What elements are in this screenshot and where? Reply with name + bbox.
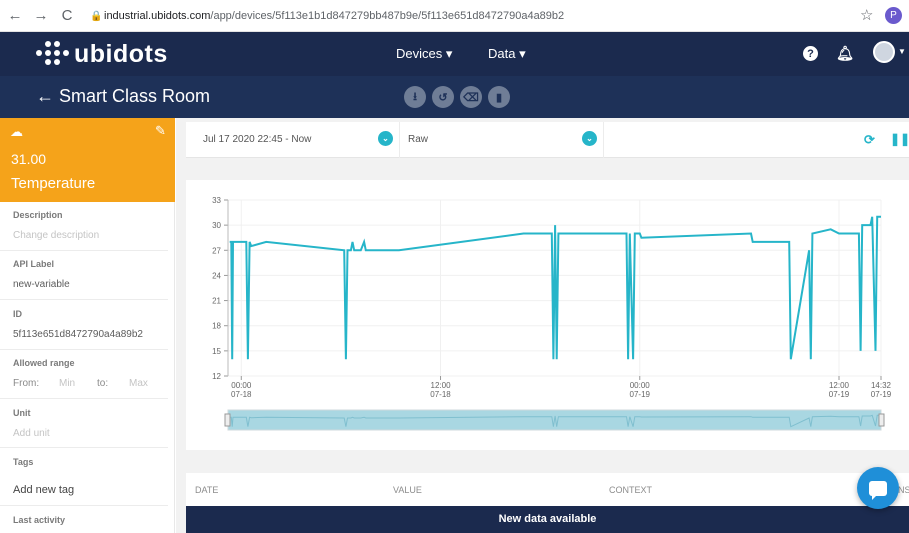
range-min-input[interactable]: Min xyxy=(59,378,97,389)
url-path: /app/devices/5f113e1b1d847279bb487b9e/5f… xyxy=(210,10,565,22)
x-tick-label: 07-19 xyxy=(630,390,651,399)
download-icon[interactable]: ⭳ xyxy=(404,86,426,108)
data-menu[interactable]: Data ▾ xyxy=(488,46,526,62)
page-title[interactable]: ← Smart Class Room xyxy=(36,86,210,107)
y-tick-label: 12 xyxy=(212,372,221,381)
api-label-input[interactable]: new-variable xyxy=(13,279,70,290)
description-label: Description xyxy=(13,210,63,220)
chevron-down-icon[interactable]: ▼ xyxy=(898,47,906,56)
unit-label: Unit xyxy=(13,408,31,418)
chevron-down-icon[interactable]: ⌄ xyxy=(378,131,393,146)
chart-card: 12 15 18 21 24 27 30 33 00:00 07-18 12:00 07-18 00:0… xyxy=(186,180,909,450)
last-activity-label: Last activity xyxy=(13,515,66,525)
navigator-handle-left xyxy=(224,413,231,427)
description-field: Description Change description xyxy=(0,202,168,251)
chevron-down-icon[interactable]: ⌄ xyxy=(582,131,597,146)
back-arrow-icon[interactable]: ← xyxy=(4,5,26,27)
variable-value: 31.00 xyxy=(11,151,47,167)
allowed-range-field: Allowed range From: Min to: Max xyxy=(0,350,168,399)
unit-field: Unit Add unit xyxy=(0,399,168,448)
last-activity-field: Last activity xyxy=(0,506,168,533)
main-content: Jul 17 2020 22:45 - Now ⌄ Raw ⌄ ⟳ ❚❚ 12 1… xyxy=(176,118,909,533)
x-tick-label: 07-18 xyxy=(231,390,252,399)
device-header: ← Smart Class Room ⭳ ↺ ⌫ ▮ xyxy=(0,76,909,118)
x-tick-label: 00:00 xyxy=(630,381,651,390)
x-tick-label: 07-18 xyxy=(430,390,451,399)
address-bar[interactable]: 🔒 industrial.ubidots.com /app/devices/5f… xyxy=(90,5,860,27)
forward-arrow-icon[interactable]: → xyxy=(30,5,52,27)
url-host: industrial.ubidots.com xyxy=(104,10,211,22)
values-table: DATE VALUE CONTEXT NS New data available xyxy=(186,473,909,533)
y-tick-label: 18 xyxy=(212,322,221,331)
lock-icon: 🔒 xyxy=(90,10,103,22)
y-tick-label: 30 xyxy=(212,221,221,230)
range-to-label: to: xyxy=(97,378,109,389)
x-tick-label: 07-19 xyxy=(871,390,892,399)
undo-icon[interactable]: ↺ xyxy=(432,86,454,108)
reload-icon[interactable]: C xyxy=(56,5,78,27)
tags-label: Tags xyxy=(13,457,34,467)
temperature-chart: 121518212427303300:0007-1812:0007-1800:0… xyxy=(212,196,892,431)
x-tick-label: 07-19 xyxy=(829,390,850,399)
column-header-date: DATE xyxy=(195,485,219,495)
aggregation-select[interactable]: Raw xyxy=(408,134,428,145)
id-value: 5f113e651d8472790a4a89b2 xyxy=(13,329,143,340)
help-icon[interactable]: ? xyxy=(803,46,818,61)
bell-icon[interactable]: 🔔︎ xyxy=(836,44,854,62)
devices-menu[interactable]: Devices ▾ xyxy=(396,46,452,62)
y-tick-label: 24 xyxy=(212,271,221,280)
pause-icon[interactable]: ❚❚ xyxy=(890,132,909,146)
browser-profile-avatar[interactable]: P xyxy=(885,7,902,24)
unit-input[interactable]: Add unit xyxy=(13,428,50,439)
tags-field: Tags Add new tag xyxy=(0,448,168,506)
navigator-handle-right xyxy=(878,413,885,427)
add-tag-input[interactable]: Add new tag xyxy=(13,484,74,496)
id-label: ID xyxy=(13,309,22,319)
variable-sidebar: ☁ ✎ 31.00 Temperature Description Change… xyxy=(0,118,175,533)
brand-name: ubidots xyxy=(74,40,168,68)
api-label-field: API Label new-variable xyxy=(0,251,168,300)
y-tick-label: 33 xyxy=(212,196,221,205)
range-max-input[interactable]: Max xyxy=(129,378,159,389)
chat-button[interactable] xyxy=(857,467,899,509)
id-field: ID 5f113e651d8472790a4a89b2 xyxy=(0,300,168,350)
erase-icon[interactable]: ⌫ xyxy=(460,86,482,108)
y-tick-label: 21 xyxy=(212,297,221,306)
ubidots-logo[interactable]: ubidots xyxy=(36,40,168,69)
range-from-label: From: xyxy=(13,378,40,389)
range-label: Allowed range xyxy=(13,358,75,368)
x-tick-label: 12:00 xyxy=(431,381,452,390)
api-label-label: API Label xyxy=(13,259,55,269)
trash-icon[interactable]: ▮ xyxy=(488,86,510,108)
divider xyxy=(399,122,400,158)
bookmark-star-icon[interactable]: ☆ xyxy=(860,6,873,24)
logo-dots-icon xyxy=(36,40,70,69)
top-navigation: ubidots Devices ▾ Data ▾ ? 🔔︎ ▼ xyxy=(0,32,909,76)
y-tick-label: 27 xyxy=(212,246,221,255)
variable-name[interactable]: Temperature xyxy=(11,175,95,192)
column-header-value: VALUE xyxy=(393,485,422,495)
user-avatar[interactable] xyxy=(873,41,895,63)
filter-bar: Jul 17 2020 22:45 - Now ⌄ Raw ⌄ ⟳ ❚❚ xyxy=(186,122,909,158)
new-data-banner[interactable]: New data available xyxy=(186,506,909,533)
y-tick-label: 15 xyxy=(212,347,221,356)
x-tick-label: 00:00 xyxy=(231,381,252,390)
chat-bubble-icon xyxy=(869,480,887,500)
date-range-picker[interactable]: Jul 17 2020 22:45 - Now xyxy=(203,134,311,145)
refresh-icon[interactable]: ⟳ xyxy=(864,132,875,148)
x-tick-label: 12:00 xyxy=(829,381,850,390)
pencil-icon[interactable]: ✎ xyxy=(155,123,166,139)
series-line-temperature xyxy=(229,215,881,360)
browser-toolbar: ← → C 🔒 industrial.ubidots.com /app/devi… xyxy=(0,0,909,32)
column-header-context: CONTEXT xyxy=(609,485,653,495)
divider xyxy=(603,122,604,158)
range-row: From: Min to: Max xyxy=(13,378,159,389)
cloud-upload-icon: ☁ xyxy=(10,124,23,139)
x-tick-label: 14:32 xyxy=(871,381,892,390)
description-input[interactable]: Change description xyxy=(13,230,99,241)
variable-card: ☁ ✎ 31.00 Temperature xyxy=(0,118,175,202)
column-header-options: NS xyxy=(898,485,909,495)
